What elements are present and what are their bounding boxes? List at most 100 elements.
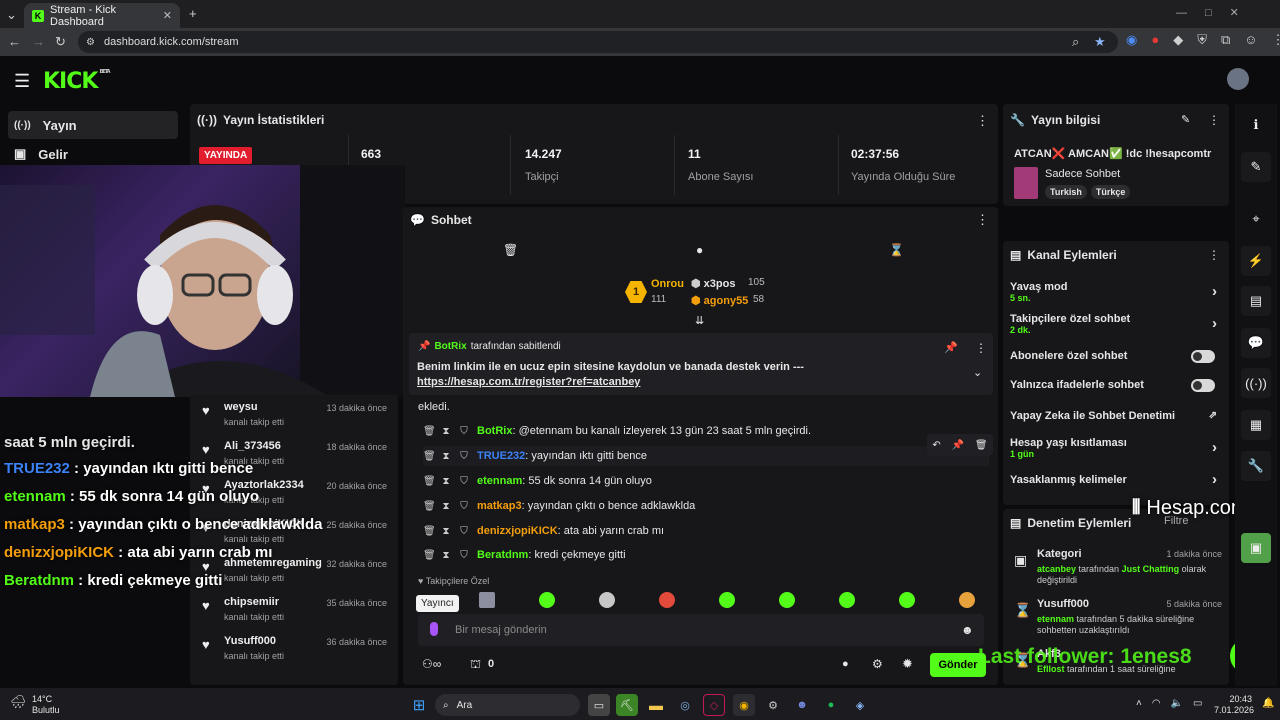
tag[interactable]: Turkish [1045, 185, 1087, 199]
channel-actions-menu-icon[interactable]: ⋮ [1208, 248, 1220, 262]
mic-icon[interactable] [430, 622, 438, 636]
delete-icon[interactable]: 🗑 [975, 440, 988, 451]
profile-icon[interactable]: ☺ [1244, 33, 1257, 46]
weather-widget[interactable]: 14°C Bulutlu [32, 694, 60, 716]
chat-rail-icon[interactable]: 💬 [1241, 328, 1271, 358]
menu-dots-icon[interactable]: ⋮ [1272, 33, 1280, 46]
user-avatar[interactable] [1227, 68, 1249, 90]
pinned-by-user[interactable]: BotRix [434, 341, 466, 352]
pinned-link[interactable]: https://hesap.com.tr/register?ref=atcanb… [417, 376, 640, 388]
settings-gear-icon[interactable]: ⚙ [872, 657, 883, 671]
followers-chat-row[interactable]: Takipçilere özel sohbet 2 dk. › [1010, 313, 1225, 339]
category-name[interactable]: Sadece Sohbet [1045, 168, 1120, 180]
category-thumbnail[interactable] [1014, 167, 1038, 199]
battery-icon[interactable]: ▭ [1193, 698, 1202, 709]
account-age-row[interactable]: Hesap yaşı kısıtlaması 1 gün › [1010, 437, 1225, 463]
slow-mode-row[interactable]: Yavaş mod 5 sn. › [1010, 281, 1225, 307]
reload-icon[interactable]: ↻ [55, 35, 66, 48]
forward-icon[interactable]: → [32, 35, 45, 48]
back-icon[interactable]: ← [8, 35, 21, 48]
emote-chat-toggle[interactable] [1191, 379, 1215, 392]
notification-bell-icon[interactable]: 🔔 [1262, 698, 1274, 709]
leader-third-name[interactable]: ⬢ agony55 [691, 294, 748, 307]
chat-username[interactable]: TRUE232 [477, 450, 525, 462]
emote-icon[interactable] [959, 592, 975, 608]
expand-chevron-icon[interactable]: ⌄ [973, 366, 982, 379]
app-icon[interactable]: ◇ [703, 694, 725, 716]
discord-icon[interactable]: ☻ [791, 694, 813, 716]
app-icon[interactable]: ⚙ [762, 694, 784, 716]
emote-icon[interactable] [479, 592, 495, 608]
chat-icon[interactable]: ● [696, 243, 703, 257]
chat-username[interactable]: BotRix [477, 425, 512, 437]
app-rail-icon[interactable]: ▣ [1241, 533, 1271, 563]
weather-icon[interactable]: 🌧 [10, 694, 27, 710]
delete-message-icon[interactable]: 🗑 [423, 451, 436, 462]
leader-second-name[interactable]: ⬢ x3pos [691, 277, 735, 290]
wifi-icon[interactable]: ◠ [1152, 698, 1161, 709]
mod-log-actor[interactable]: etennam [1037, 614, 1074, 624]
spotify-icon[interactable]: ● [820, 694, 842, 716]
emote-icon[interactable] [599, 592, 615, 608]
puzzle-icon[interactable]: ⧉ [1221, 33, 1230, 46]
mod-log-actor[interactable]: atcanbey [1037, 564, 1076, 574]
taskbar-search[interactable]: ⌕ Ara [435, 694, 580, 716]
broadcast-rail-icon[interactable]: ((·)) [1241, 368, 1271, 398]
stream-info-menu-icon[interactable]: ⋮ [1208, 113, 1220, 127]
sidebar-item-yayin[interactable]: ((·)) Yayın [8, 111, 178, 139]
windows-start-icon[interactable]: ⊞ [408, 694, 430, 716]
badge-icon[interactable]: ✹ [902, 656, 913, 672]
trash-icon[interactable]: 🗑 [503, 243, 518, 257]
collapse-arrow-icon[interactable]: ⇊ [695, 314, 704, 327]
zoom-icon[interactable]: ⌕ [1072, 35, 1079, 48]
reply-icon[interactable]: ↶ [932, 440, 940, 451]
emoji-picker-icon[interactable]: ☻ [961, 623, 974, 637]
timeout-hourglass-icon[interactable]: ⧗ [441, 426, 451, 437]
address-bar[interactable]: dashboard.kick.com/stream [78, 31, 1118, 53]
extension-icon[interactable]: ◉ [1126, 33, 1137, 46]
follower-row[interactable]: ♥ chipsemiir kanalı takip etti 35 dakika ön… [200, 596, 395, 634]
ban-shield-icon[interactable]: ⛉ [459, 526, 469, 537]
chat-settings-bubble-icon[interactable]: ● [842, 658, 849, 670]
pin-icon[interactable]: 📌 [952, 440, 964, 451]
ban-shield-icon[interactable]: ⛉ [459, 451, 469, 462]
edit-pencil-icon[interactable]: ✎ [1181, 113, 1190, 126]
timeout-hourglass-icon[interactable]: ⧗ [441, 550, 451, 561]
stats-menu-icon[interactable]: ⋮ [976, 113, 989, 129]
sidebar-item-gelir[interactable]: ▣ Gelir [8, 140, 178, 168]
new-tab-icon[interactable]: + [189, 7, 197, 20]
emote-icon[interactable] [539, 592, 555, 608]
capture-icon[interactable]: ⌖ [1241, 204, 1271, 234]
lightning-icon[interactable]: ⚡ [1241, 246, 1271, 276]
ban-shield-icon[interactable]: ⛉ [459, 550, 469, 561]
server-rail-icon[interactable]: ▦ [1241, 410, 1271, 440]
chat-menu-icon[interactable]: ⋮ [976, 212, 989, 228]
shop-icon[interactable]: ⛫ [470, 657, 481, 673]
emote-icon[interactable] [719, 592, 735, 608]
timeout-hourglass-icon[interactable]: ⧗ [441, 501, 451, 512]
document-icon[interactable]: ▤ [1241, 286, 1271, 316]
delete-message-icon[interactable]: 🗑 [423, 476, 436, 487]
edit-icon[interactable]: ✎ [1241, 152, 1271, 182]
wrench-rail-icon[interactable]: 🔧 [1241, 451, 1271, 481]
chat-username[interactable]: matkap3 [477, 500, 522, 512]
emote-icon[interactable] [659, 592, 675, 608]
follower-row[interactable]: ♥ Yusuff000 kanalı takip etti 36 dakika önc… [200, 635, 395, 673]
browser-tab[interactable]: K Stream - Kick Dashboard ✕ [24, 3, 180, 28]
tab-close-icon[interactable]: ✕ [163, 9, 172, 22]
ban-shield-icon[interactable]: ⛉ [459, 426, 469, 437]
delete-message-icon[interactable]: 🗑 [423, 526, 436, 537]
pinned-menu-icon[interactable]: ⋮ [975, 341, 987, 355]
folder-icon[interactable]: ▬ [645, 694, 667, 716]
site-info-icon[interactable]: ⚙ [86, 36, 95, 49]
info-icon[interactable]: ℹ [1241, 110, 1271, 140]
extension-icon[interactable]: ◆ [1173, 33, 1183, 46]
hourglass-icon[interactable]: ⌛ [889, 243, 904, 257]
minecraft-icon[interactable]: ⛏ [616, 694, 638, 716]
delete-message-icon[interactable]: 🗑 [423, 501, 436, 512]
taskview-icon[interactable]: ▭ [588, 694, 610, 716]
emote-icon[interactable] [899, 592, 915, 608]
ban-shield-icon[interactable]: ⛉ [459, 476, 469, 487]
window-controls[interactable]: —□✕ [1176, 6, 1257, 19]
hamburger-menu-icon[interactable]: ☰ [14, 71, 30, 92]
